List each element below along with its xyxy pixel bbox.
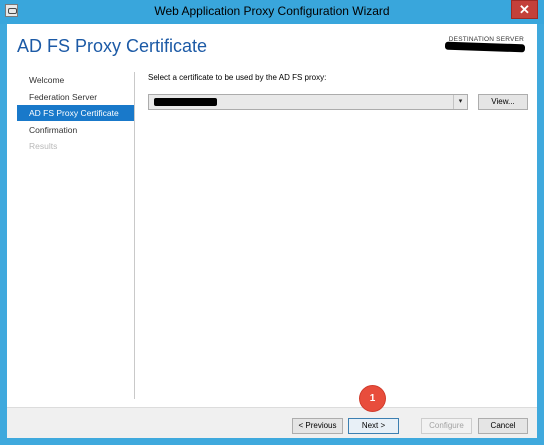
next-button[interactable]: Next > [348,418,399,434]
nav-item-ad-fs-proxy-certificate[interactable]: AD FS Proxy Certificate [17,105,134,121]
nav-item-results: Results [29,141,58,151]
cancel-button[interactable]: Cancel [478,418,528,434]
certificate-dropdown[interactable]: ▾ [148,94,468,110]
redacted-server-name [444,41,526,53]
nav-item-confirmation[interactable]: Confirmation [17,122,134,138]
nav-item-federation-server[interactable]: Federation Server [17,89,134,105]
title-bar: Web Application Proxy Configuration Wiza… [0,0,544,24]
view-button[interactable]: View... [478,94,528,110]
redacted-certificate-name [154,98,217,106]
page-title: AD FS Proxy Certificate [17,36,208,56]
wizard-body: AD FS Proxy Certificate DESTINATION SERV… [7,24,537,438]
certificate-prompt: Select a certificate to be used by the A… [148,73,327,82]
step-badge: 1 [360,386,385,411]
window-title: Web Application Proxy Configuration Wiza… [154,4,390,18]
nav-item-welcome[interactable]: Welcome [17,72,134,88]
close-button[interactable]: ✕ [511,0,538,19]
wizard-nav: Welcome Federation Server AD FS Proxy Ce… [17,72,134,155]
configure-button: Configure [421,418,472,434]
chevron-down-icon[interactable]: ▾ [453,95,467,109]
nav-divider [134,72,135,399]
previous-button[interactable]: < Previous [292,418,343,434]
